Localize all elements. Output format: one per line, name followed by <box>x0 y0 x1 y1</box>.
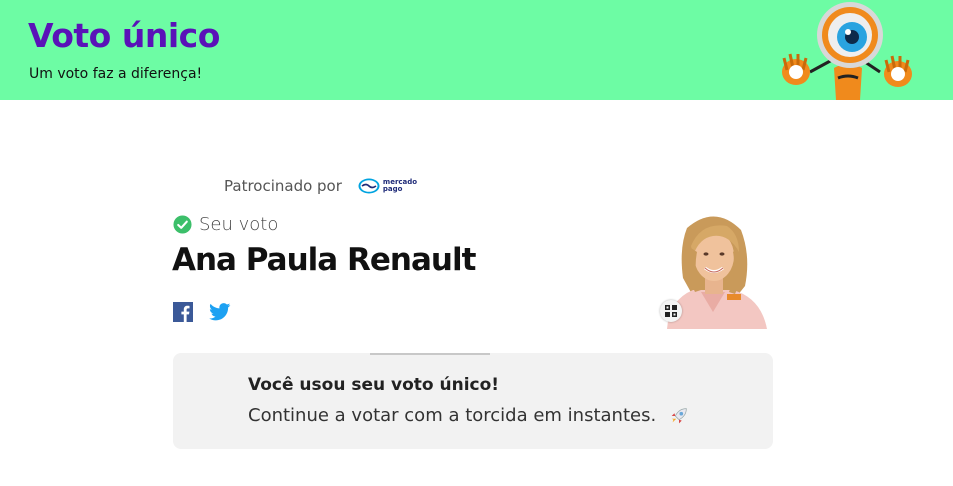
mercado-pago-logo[interactable]: mercado pago <box>358 178 417 194</box>
facebook-icon[interactable] <box>173 302 193 322</box>
divider <box>370 353 490 355</box>
page-subtitle: Um voto faz a diferença! <box>29 66 203 82</box>
message-text: Continue a votar com a torcida em instan… <box>248 405 657 426</box>
sponsor-block: Patrocinado por mercado pago <box>224 177 417 195</box>
expand-photo-button[interactable] <box>660 300 682 322</box>
sponsor-label: Patrocinado por <box>224 177 342 195</box>
message-text-line: Continue a votar com a torcida em instan… <box>248 405 690 427</box>
expand-icon <box>665 305 677 317</box>
message-title: Você usou seu voto único! <box>248 375 500 395</box>
vote-status: Seu voto <box>173 214 278 235</box>
rocket-icon <box>671 408 687 424</box>
candidate-name: Ana Paula Renault <box>172 242 476 278</box>
share-buttons <box>173 302 231 322</box>
mercado-pago-wordmark: mercado pago <box>382 178 418 193</box>
vote-status-label: Seu voto <box>199 214 279 235</box>
eye-mascot-icon <box>782 2 912 100</box>
page-title: Voto único <box>28 16 220 55</box>
vote-confirmation-message: Você usou seu voto único! Continue a vot… <box>173 353 773 449</box>
handshake-logo-icon <box>358 178 380 194</box>
twitter-icon[interactable] <box>209 303 231 321</box>
header-banner: Voto único Um voto faz a diferença! <box>0 0 953 100</box>
check-circle-icon <box>173 215 192 234</box>
